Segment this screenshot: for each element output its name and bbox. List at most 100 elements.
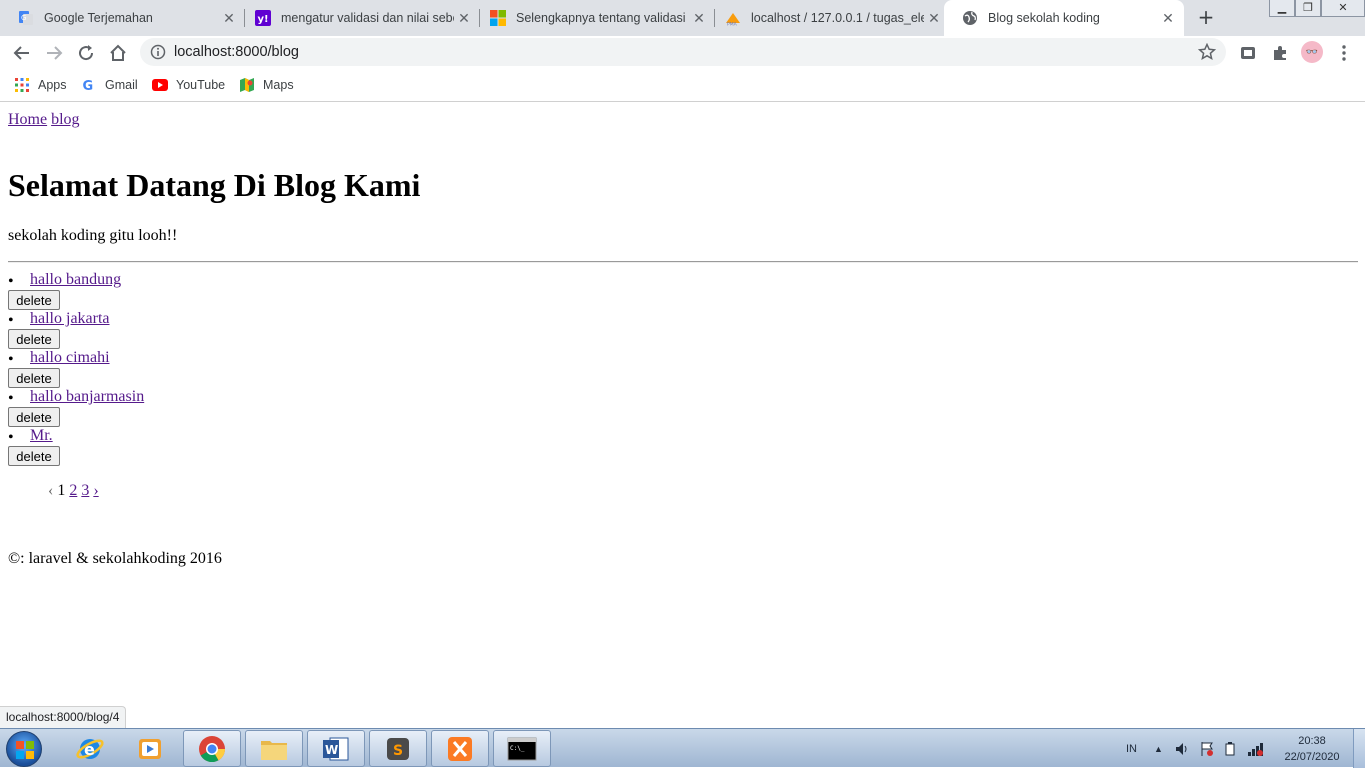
post-link[interactable]: hallo bandung <box>30 271 121 289</box>
bookmark-apps[interactable]: Apps <box>14 77 67 93</box>
volume-icon[interactable] <box>1174 729 1190 768</box>
delete-button[interactable]: delete <box>8 329 60 349</box>
taskbar-xampp[interactable] <box>431 730 489 767</box>
bullet: • <box>8 351 14 368</box>
start-button[interactable] <box>6 731 42 767</box>
post-link[interactable]: hallo cimahi <box>30 349 110 367</box>
info-icon[interactable] <box>150 44 166 60</box>
windows-taskbar: e W S C:\_ IN ▲ 20:38 22/07/2020 <box>0 728 1365 768</box>
page-title: Selamat Datang Di Blog Kami <box>8 167 421 203</box>
network-icon[interactable] <box>1247 729 1265 768</box>
taskbar-command-prompt[interactable]: C:\_ <box>493 730 551 767</box>
svg-text:PMA: PMA <box>727 22 738 27</box>
pagination-page-3[interactable]: 3 <box>81 482 89 499</box>
bullet: • <box>8 312 14 329</box>
web-page: Home blog Selamat Datang Di Blog Kami se… <box>0 103 1365 728</box>
bullet: • <box>8 429 14 446</box>
input-language[interactable]: IN <box>1126 729 1137 768</box>
action-center-icon[interactable] <box>1199 729 1215 768</box>
taskbar-internet-explorer[interactable]: e <box>61 730 119 767</box>
youtube-icon <box>152 77 168 93</box>
show-hidden-icons-button[interactable]: ▲ <box>1154 729 1163 768</box>
bookmark-gmail[interactable]: G Gmail <box>81 77 138 93</box>
tab-title: Blog sekolah koding <box>988 11 1100 25</box>
chrome-icon <box>199 735 226 762</box>
close-icon[interactable]: ✕ <box>924 10 944 27</box>
yahoo-icon: y! <box>255 10 271 26</box>
star-icon[interactable] <box>1197 42 1217 61</box>
link-status-bar: localhost:8000/blog/4 <box>0 706 127 728</box>
bookmark-youtube[interactable]: YouTube <box>152 77 225 93</box>
internet-explorer-icon: e <box>76 738 104 759</box>
bookmark-maps[interactable]: Maps <box>239 77 294 93</box>
show-desktop-button[interactable] <box>1353 729 1365 768</box>
home-icon <box>110 44 126 61</box>
pagination-next[interactable]: › <box>93 482 98 499</box>
bullet: • <box>8 390 14 407</box>
post-link[interactable]: Mr. <box>30 427 53 445</box>
system-clock[interactable]: 20:38 22/07/2020 <box>1279 733 1345 765</box>
apps-grid-icon <box>14 77 30 93</box>
extensions-button[interactable] <box>1268 41 1292 65</box>
post-link[interactable]: hallo banjarmasin <box>30 388 144 406</box>
forward-button[interactable] <box>42 41 66 65</box>
window-controls: ▁ ❐ ✕ <box>1269 0 1365 18</box>
power-icon[interactable] <box>1222 729 1238 768</box>
close-icon[interactable]: ✕ <box>454 10 474 27</box>
bookmark-label: YouTube <box>176 78 226 92</box>
close-icon[interactable]: ✕ <box>219 10 239 27</box>
post-list: • hallo bandung delete • hallo jakarta d… <box>8 270 408 466</box>
sublime-text-icon: S <box>387 737 409 760</box>
close-icon[interactable]: ✕ <box>1158 10 1178 27</box>
windows-logo-icon <box>16 741 34 759</box>
delete-button[interactable]: delete <box>8 407 60 427</box>
minimize-button[interactable]: ▁ <box>1269 0 1295 17</box>
taskbar-media-player[interactable] <box>121 730 179 767</box>
menu-button[interactable] <box>1332 41 1356 65</box>
delete-button[interactable]: delete <box>8 368 60 388</box>
google-g-icon: G <box>81 77 97 93</box>
taskbar-word[interactable]: W <box>307 730 365 767</box>
tab-microsoft[interactable]: Selengkapnya tentang validasi d ✕ <box>472 0 715 36</box>
tab-google-translate[interactable]: G Google Terjemahan ✕ <box>0 0 245 36</box>
maps-icon <box>239 77 255 93</box>
divider <box>8 261 1358 263</box>
delete-button[interactable]: delete <box>8 446 60 466</box>
arrow-left-icon <box>13 46 29 60</box>
window-close-button[interactable]: ✕ <box>1321 0 1365 17</box>
taskbar-file-explorer[interactable] <box>245 730 303 767</box>
url-text: localhost:8000/blog <box>174 44 299 60</box>
bookmark-label: Gmail <box>105 78 138 92</box>
taskbar-chrome[interactable] <box>183 730 241 767</box>
pagination: ‹ 1 2 3 › <box>48 482 103 500</box>
page-tagline: sekolah koding gitu looh!! <box>8 227 178 244</box>
arrow-right-icon <box>47 46 63 60</box>
back-button[interactable] <box>10 41 34 65</box>
svg-text:y!: y! <box>258 14 269 25</box>
svg-text:S: S <box>393 743 403 759</box>
nav-blog-link[interactable]: blog <box>51 111 79 128</box>
home-button[interactable] <box>106 41 130 65</box>
taskbar-sublime-text[interactable]: S <box>369 730 427 767</box>
pagination-current: 1 <box>57 482 66 499</box>
tab-phpmyadmin[interactable]: PMA localhost / 127.0.0.1 / tugas_ele ✕ <box>707 0 950 36</box>
nav-home-link[interactable]: Home <box>8 111 47 128</box>
xampp-icon <box>448 736 472 761</box>
pagination-page-2[interactable]: 2 <box>69 482 77 499</box>
kebab-menu-icon <box>1342 45 1346 61</box>
tab-blog-active[interactable]: Blog sekolah koding ✕ <box>944 0 1184 36</box>
restore-button[interactable]: ❐ <box>1295 0 1321 17</box>
reload-button[interactable] <box>74 41 98 65</box>
delete-button[interactable]: delete <box>8 290 60 310</box>
address-bar[interactable]: localhost:8000/blog <box>140 38 1226 66</box>
new-tab-button[interactable]: + <box>1195 6 1217 28</box>
tab-yahoo[interactable]: y! mengatur validasi dan nilai sebe ✕ <box>237 0 480 36</box>
reload-icon <box>79 45 94 61</box>
post-link[interactable]: hallo jakarta <box>30 310 110 328</box>
page-footer: ©: laravel & sekolahkoding 2016 <box>8 550 222 567</box>
tab-title: Google Terjemahan <box>44 11 153 25</box>
profile-avatar[interactable]: 👓 <box>1301 41 1323 63</box>
list-item: • Mr. delete <box>8 426 408 466</box>
extension-button[interactable] <box>1236 41 1260 65</box>
close-icon[interactable]: ✕ <box>689 10 709 27</box>
